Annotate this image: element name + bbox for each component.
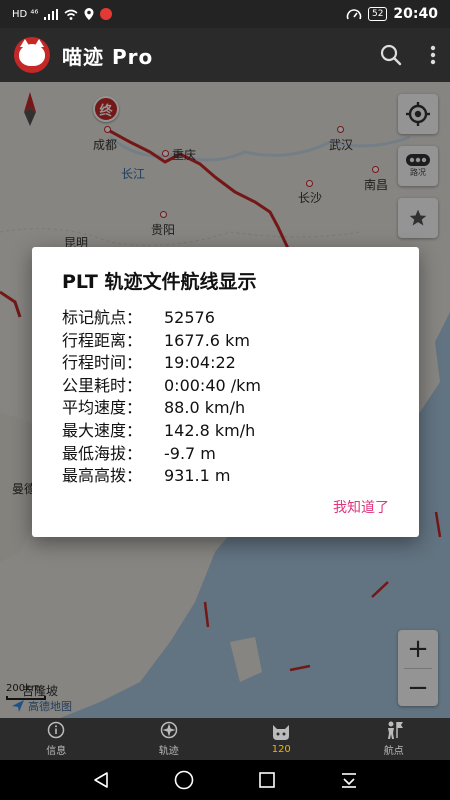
tab-waypoint-label: 航点 [383,746,404,757]
row-value: 52576 [164,308,215,327]
battery-icon: 52 [367,7,388,21]
recents-icon[interactable] [258,771,276,789]
tab-info-label: 信息 [46,746,67,757]
row-value: 142.8 km/h [164,420,256,440]
dialog-title: PLT 轨迹文件航线显示 [62,271,257,293]
app-logo-icon [14,37,50,73]
cat-icon [273,725,290,740]
speedometer-icon [346,9,362,20]
app-title: 喵迹 Pro [62,44,154,69]
row-value: 931.1 m [164,466,231,486]
network-indicator: HD ⁴⁶ [12,8,39,20]
row-label: 平均速度： [62,398,143,418]
tab-waypoint[interactable]: 航点 [338,718,450,760]
alarm-icon [100,8,113,20]
row-value: 0:00:40 /km [164,375,262,395]
info-row: 公里耗时： 0:00:40 /km [62,375,391,398]
app-bar: 喵迹 Pro [0,28,450,82]
location-icon [84,8,94,20]
row-label: 最高高拨： [62,466,143,486]
row-label: 行程时间： [62,353,143,373]
info-icon [48,721,65,739]
compass-icon [160,721,177,739]
row-value: -9.7 m [164,443,216,463]
info-row: 行程时间： 19:04:22 [62,352,391,375]
clock: 20:40 [393,6,438,22]
home-icon[interactable] [174,770,194,790]
row-label: 公里耗时： [62,375,143,395]
waypoint-person-icon [387,721,403,739]
search-icon[interactable] [380,44,402,66]
tab-track[interactable]: 轨迹 [113,718,226,760]
status-right: 52 20:40 [346,6,438,22]
row-value: 88.0 km/h [164,398,246,418]
row-label: 标记航点： [62,308,143,327]
tab-cat-label: 120 [271,744,291,755]
track-info-dialog: PLT 轨迹文件航线显示 标记航点： 52576 行程距离： 1677.6 km 行… [32,247,419,537]
info-row: 最低海拔： -9.7 m [62,443,391,466]
signal-icon [44,8,59,20]
wifi-icon [64,9,78,20]
info-row: 平均速度： 88.0 km/h [62,397,391,420]
row-value: 19:04:22 [164,353,236,373]
notification-pull-icon[interactable] [340,771,358,789]
status-bar: HD ⁴⁶ 52 20:40 [0,0,450,28]
tab-info[interactable]: 信息 [0,718,113,760]
back-icon[interactable] [92,771,110,789]
row-value: 1677.6 km [164,330,250,350]
row-label: 行程距离： [62,330,143,350]
status-left: HD ⁴⁶ [12,8,113,20]
info-row: 标记航点： 52576 [62,307,391,330]
tab-cat[interactable]: 120 [225,718,338,760]
app-bar-actions [380,44,436,66]
info-row: 行程距离： 1677.6 km [62,330,391,353]
ok-button[interactable]: 我知道了 [333,497,389,517]
info-row: 最高高拨： 931.1 m [62,465,391,488]
more-vert-icon[interactable] [430,45,436,65]
row-label: 最大速度： [62,420,143,440]
bottom-nav: 信息 轨迹 120 航点 [0,718,450,760]
system-nav-bar [0,760,450,800]
tab-track-label: 轨迹 [158,746,179,757]
info-row: 最大速度： 142.8 km/h [62,420,391,443]
row-label: 最低海拔： [62,443,143,463]
